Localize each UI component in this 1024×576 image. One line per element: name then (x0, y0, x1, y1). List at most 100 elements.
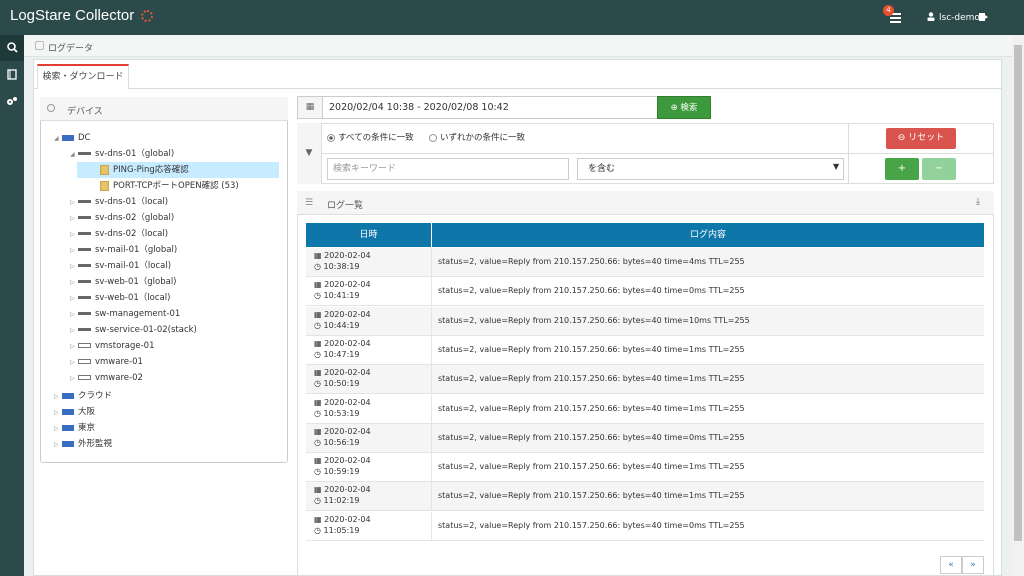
gears-icon[interactable] (0, 89, 24, 115)
expand-toggle-icon[interactable]: ▷ (70, 307, 78, 323)
tree-node-group[interactable]: ▷ 大阪 (54, 404, 95, 420)
tree-node-label: sv-dns-01（global) (95, 149, 175, 159)
remove-condition-button[interactable]: − (922, 158, 956, 180)
page-prev-button[interactable]: « (940, 556, 962, 574)
tree-node-device[interactable]: ▷ sw-management-01 (70, 306, 180, 322)
calendar-icon: ▦ (314, 514, 325, 524)
group-icon (62, 424, 74, 431)
add-condition-button[interactable]: + (885, 158, 919, 180)
tree-node-device[interactable]: ▷ sv-mail-01（global) (70, 242, 177, 258)
tree-node-device[interactable]: ▷ vmstorage-01 (70, 338, 154, 354)
table-row[interactable]: ▦ 2020-02-04 ◷ 10:59:19 status=2, value=Re… (306, 453, 984, 483)
expand-toggle-icon[interactable]: ▷ (70, 227, 78, 243)
signout-icon[interactable] (979, 13, 988, 21)
table-row[interactable]: ▦ 2020-02-04 ◷ 11:02:19 status=2, value=Re… (306, 482, 984, 512)
scrollbar-thumb[interactable] (1014, 45, 1022, 541)
datetime-cell: ▦ 2020-02-04 ◷ 10:59:19 (314, 455, 371, 477)
user-menu[interactable]: lsc-demo (939, 13, 980, 23)
cell-divider (431, 306, 432, 336)
tree-node-device[interactable]: ▷ sv-web-01（local) (70, 290, 170, 306)
time-text: 10:44:19 (323, 320, 360, 330)
expand-toggle-icon[interactable]: ▷ (70, 275, 78, 291)
expand-toggle-icon[interactable]: ▷ (70, 211, 78, 227)
log-content-cell: status=2, value=Reply from 210.157.250.6… (438, 374, 745, 384)
table-row[interactable]: ▦ 2020-02-04 ◷ 10:38:19 status=2, value=Re… (306, 248, 984, 277)
table-row[interactable]: ▦ 2020-02-04 ◷ 10:53:19 status=2, value=Re… (306, 394, 984, 424)
log-content-cell: status=2, value=Reply from 210.157.250.6… (438, 491, 745, 501)
clock-icon: ◷ (314, 408, 324, 418)
radio-label: すべての条件に一致 (338, 133, 414, 143)
table-row[interactable]: ▦ 2020-02-04 ◷ 10:41:19 status=2, value=Re… (306, 277, 984, 307)
expand-toggle-icon[interactable]: ▷ (70, 243, 78, 259)
expand-toggle-icon[interactable]: ▷ (54, 421, 62, 437)
tree-node-device[interactable]: ▷ sv-mail-01（local) (70, 258, 171, 274)
minus-circle-icon: ⊖ (897, 133, 909, 143)
group-icon (62, 440, 74, 447)
tree-node-device[interactable]: ◢ sv-dns-01（global) (70, 146, 174, 162)
table-row[interactable]: ▦ 2020-02-04 ◷ 10:47:19 status=2, value=Re… (306, 335, 984, 365)
expand-toggle-icon[interactable]: ▷ (70, 195, 78, 211)
date-range-input[interactable]: 2020/02/04 10:38 - 2020/02/08 10:42 (322, 96, 658, 119)
table-row[interactable]: ▦ 2020-02-04 ◷ 10:50:19 status=2, value=Re… (306, 365, 984, 395)
refresh-icon[interactable] (47, 104, 55, 112)
radio-label: いずれかの条件に一致 (439, 133, 525, 143)
book-icon[interactable] (0, 62, 24, 88)
log-content-cell: status=2, value=Reply from 210.157.250.6… (438, 403, 745, 413)
keyword-input[interactable]: 検索キーワード (327, 158, 569, 180)
expand-toggle-icon[interactable]: ▷ (70, 323, 78, 339)
expand-toggle-icon[interactable]: ▷ (70, 339, 78, 355)
col-header-content[interactable]: ログ内容 (432, 223, 984, 247)
tree-node-device[interactable]: ▷ sv-web-01（global) (70, 274, 177, 290)
clock-icon: ◷ (314, 291, 324, 301)
table-row[interactable]: ▦ 2020-02-04 ◷ 11:05:19 status=2, value=Re… (306, 511, 984, 541)
table-row[interactable]: ▦ 2020-02-04 ◷ 10:44:19 status=2, value=Re… (306, 306, 984, 336)
date-text: 2020-02-04 (324, 456, 371, 466)
tree-node-device[interactable]: ▷ vmware-01 (70, 354, 143, 370)
table-row[interactable]: ▦ 2020-02-04 ◷ 10:56:19 status=2, value=Re… (306, 423, 984, 453)
download-icon[interactable]: ⤓ (976, 197, 980, 207)
tree-node-device[interactable]: ▷ vmware-02 (70, 370, 143, 386)
tree-node-device[interactable]: ▷ sv-dns-01（local) (70, 194, 168, 210)
search-icon[interactable] (0, 35, 24, 61)
col-header-datetime[interactable]: 日時 (306, 223, 431, 247)
expand-toggle-icon[interactable]: ▷ (54, 389, 62, 405)
radio-match-all[interactable] (327, 133, 335, 142)
page-next-button[interactable]: » (962, 556, 984, 574)
datetime-cell: ▦ 2020-02-04 ◷ 10:41:19 (314, 279, 371, 301)
radio-match-any[interactable] (428, 133, 437, 142)
tree-node-label: vmware-01 (95, 357, 143, 367)
expand-toggle-icon[interactable]: ◢ (54, 131, 62, 147)
group-icon (62, 408, 74, 415)
tree-node-device[interactable]: ▷ sv-dns-02（global) (70, 210, 174, 226)
tree-node-monitor[interactable]: PORT-TCPポートOPEN確認 (53) (100, 178, 239, 194)
tree-node-group[interactable]: ▷ 外形監視 (54, 436, 112, 452)
tree-node-label: sv-web-01（local) (95, 293, 171, 303)
datetime-cell: ▦ 2020-02-04 ◷ 10:47:19 (314, 338, 371, 360)
log-list-title: ログ一覧 (327, 201, 364, 211)
tree-node-group[interactable]: ▷ 東京 (54, 420, 95, 436)
calendar-icon[interactable]: ▦ (297, 96, 322, 119)
time-text: 10:38:19 (323, 262, 360, 271)
expand-toggle-icon[interactable]: ◢ (70, 147, 78, 163)
datetime-cell: ▦ 2020-02-04 ◷ 10:38:19 (314, 250, 371, 272)
page-scrollbar[interactable] (1012, 35, 1024, 576)
tree-node-device[interactable]: ▷ sv-dns-02（local) (70, 226, 168, 242)
tab-search-download[interactable]: 検索・ダウンロード (37, 64, 129, 89)
expand-toggle-icon[interactable]: ▷ (70, 259, 78, 275)
reset-button[interactable]: ⊖ リセット (886, 128, 956, 149)
cell-divider (431, 482, 432, 512)
tree-node-dc[interactable]: ◢ DC (54, 130, 90, 146)
tree-node-label: vmstorage-01 (95, 341, 155, 351)
expand-toggle-icon[interactable]: ▷ (70, 371, 78, 387)
tree-node-device[interactable]: ▷ sw-service-01-02(stack) (70, 322, 197, 338)
expand-toggle-icon[interactable]: ▷ (54, 437, 62, 453)
operator-select[interactable]: を含む (577, 158, 844, 180)
tree-node-monitor-selected[interactable]: PING-Ping応答確認 (77, 162, 279, 178)
side-nav (0, 35, 24, 576)
expand-toggle-icon[interactable]: ▷ (70, 355, 78, 371)
expand-toggle-icon[interactable]: ▷ (54, 405, 62, 421)
tree-node-group[interactable]: ▷ クラウド (54, 388, 112, 404)
server-icon (78, 232, 91, 235)
expand-toggle-icon[interactable]: ▷ (70, 291, 78, 307)
search-button[interactable]: ⊕ 検索 (657, 96, 711, 119)
